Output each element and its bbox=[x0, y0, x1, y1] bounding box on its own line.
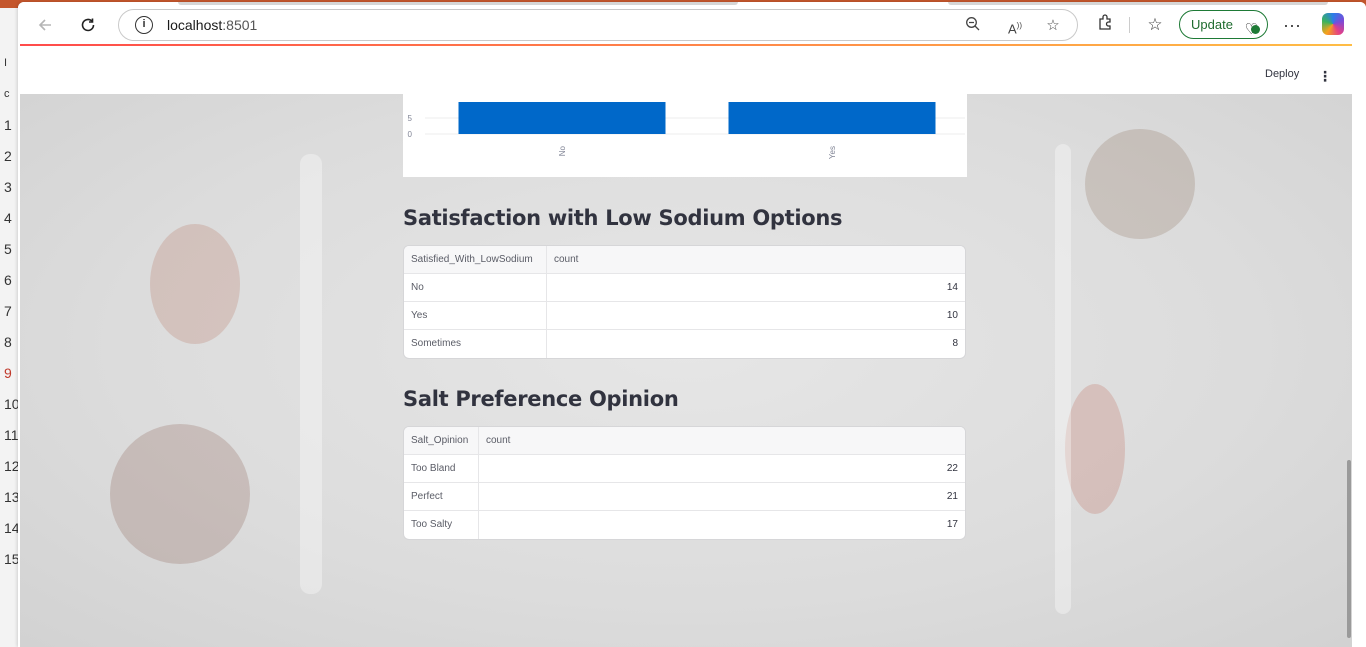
deploy-button[interactable]: Deploy bbox=[1265, 68, 1299, 80]
browser-window: i localhost:8501 A)) ☆ ☆ Update ♡ ··· bbox=[18, 2, 1366, 647]
table-cell: Sometimes bbox=[404, 330, 547, 358]
section-title-salt-opinion: Salt Preference Opinion bbox=[403, 387, 679, 411]
back-button[interactable] bbox=[33, 13, 57, 37]
table-cell: No bbox=[404, 274, 547, 302]
background-photo-knife bbox=[1055, 144, 1071, 614]
table-header-row: Salt_Opinion count bbox=[404, 427, 965, 455]
address-url[interactable]: localhost:8501 bbox=[167, 17, 257, 33]
url-port: :8501 bbox=[222, 17, 258, 33]
x-tick-label: Yes bbox=[828, 146, 837, 159]
background-photo-bowl bbox=[110, 424, 250, 564]
table-row[interactable]: No 14 bbox=[404, 274, 965, 302]
table-cell: 10 bbox=[946, 310, 958, 321]
table-row[interactable]: Too Bland 22 bbox=[404, 455, 965, 483]
more-options-icon[interactable]: ··· bbox=[1280, 13, 1304, 37]
bar-chart: 0 5 No Yes bbox=[403, 94, 967, 177]
table-cell: 17 bbox=[946, 519, 958, 530]
y-tick-label: 5 bbox=[408, 114, 413, 123]
table-cell: Too Salty bbox=[404, 511, 479, 539]
site-info-icon[interactable]: i bbox=[135, 16, 153, 34]
table-header-row: Satisfied_With_LowSodium count bbox=[404, 246, 965, 274]
x-tick-label: No bbox=[558, 145, 567, 156]
address-bar[interactable]: i localhost:8501 A)) ☆ bbox=[118, 9, 1078, 41]
y-tick-label: 0 bbox=[408, 130, 413, 139]
table-cell: Too Bland bbox=[404, 455, 479, 483]
salt-opinion-table: Salt_Opinion count Too Bland 22 Perfect … bbox=[403, 426, 966, 540]
table-cell: 21 bbox=[946, 491, 958, 502]
read-aloud-icon[interactable]: A)) bbox=[1005, 16, 1025, 36]
table-row[interactable]: Sometimes 8 bbox=[404, 330, 965, 358]
column-header[interactable]: Salt_Opinion bbox=[404, 427, 479, 455]
section-title-low-sodium: Satisfaction with Low Sodium Options bbox=[403, 206, 843, 230]
column-header[interactable]: count bbox=[547, 246, 585, 274]
table-row[interactable]: Perfect 21 bbox=[404, 483, 965, 511]
browser-tab[interactable] bbox=[948, 2, 1328, 5]
refresh-button[interactable] bbox=[76, 13, 100, 37]
refresh-icon bbox=[81, 18, 95, 32]
main-menu-icon[interactable]: ⋮ bbox=[1318, 68, 1332, 85]
zoom-out-icon[interactable] bbox=[963, 16, 983, 36]
background-photo-fork bbox=[300, 154, 322, 594]
table-cell: Perfect bbox=[404, 483, 479, 511]
extensions-icon[interactable] bbox=[1094, 13, 1118, 37]
table-cell: 8 bbox=[952, 338, 958, 349]
update-label: Update bbox=[1191, 17, 1233, 32]
column-header[interactable]: count bbox=[479, 427, 517, 455]
favorite-star-icon[interactable]: ☆ bbox=[1043, 16, 1063, 36]
background-photo-bowl-right bbox=[1085, 129, 1195, 239]
table-cell: 22 bbox=[946, 463, 958, 474]
chart-bar bbox=[728, 102, 936, 134]
favorites-icon[interactable]: ☆ bbox=[1143, 13, 1167, 37]
table-row[interactable]: Too Salty 17 bbox=[404, 511, 965, 539]
copilot-icon[interactable] bbox=[1322, 13, 1344, 35]
table-row[interactable]: Yes 10 bbox=[404, 302, 965, 330]
app-header: Deploy ⋮ bbox=[20, 46, 1352, 94]
low-sodium-table: Satisfied_With_LowSodium count No 14 Yes… bbox=[403, 245, 966, 359]
back-arrow-icon bbox=[38, 19, 51, 31]
table-cell: Yes bbox=[404, 302, 547, 330]
update-button[interactable]: Update ♡ bbox=[1179, 10, 1268, 39]
background-photo-spice bbox=[150, 224, 240, 344]
update-badge-dot bbox=[1251, 25, 1260, 34]
streamlit-app: Deploy ⋮ 0 5 No Yes Satisfaction with Low S… bbox=[20, 44, 1352, 647]
browser-tab[interactable] bbox=[178, 2, 738, 5]
table-cell: 14 bbox=[946, 282, 958, 293]
column-header[interactable]: Satisfied_With_LowSodium bbox=[404, 246, 547, 274]
chart-bar bbox=[458, 102, 666, 134]
bar-chart-svg: 0 5 No Yes bbox=[408, 102, 965, 159]
page-scrollbar[interactable] bbox=[1347, 460, 1351, 638]
toolbar-divider bbox=[1129, 17, 1130, 33]
background-photo-tomatoes bbox=[1065, 384, 1125, 514]
url-host: localhost bbox=[167, 17, 223, 33]
browser-toolbar: i localhost:8501 A)) ☆ ☆ Update ♡ ··· bbox=[18, 2, 1366, 46]
